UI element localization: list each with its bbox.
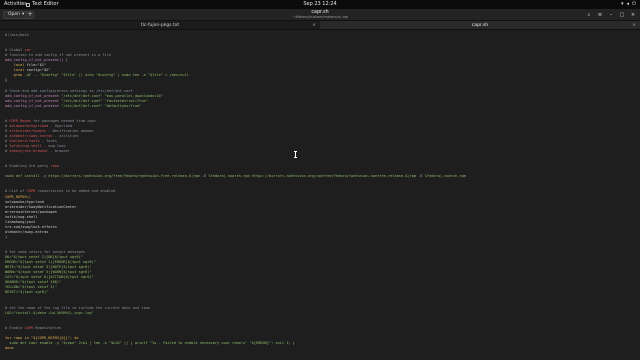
menu-icon[interactable]: ≡ — [596, 11, 604, 19]
code-token: for packages needed from copr — [30, 118, 96, 123]
code-token: che/nerd-fonts — [9, 138, 40, 143]
code-token: - utilities — [52, 133, 79, 138]
code-token: OK="$(tput setaf 2)[OK]$(tput sgr0)" — [5, 255, 83, 260]
close-icon[interactable]: × — [629, 11, 637, 19]
code-token: COPR_REPOS=( — [5, 194, 31, 199]
code-token: - fonts — [39, 138, 57, 143]
code-token: done — [5, 345, 14, 350]
code-token: YELLOW="$(tput setaf 3)" — [5, 285, 57, 290]
code-token: -qF -- "$config" "$file" || echo "$confi… — [24, 73, 189, 78]
tab-pkgs-file[interactable]: tlc-fujon-pkgs.txt × — [0, 21, 320, 29]
code-token: # Set the name of the log file to includ… — [5, 305, 150, 310]
code-token: solopasha/hyprland — [9, 123, 49, 128]
search-icon[interactable]: ⌕ — [585, 11, 593, 19]
code-token: NOTE="$(tput setaf 3)[NOTE]$(tput sgr0)" — [5, 265, 92, 270]
code-token: config="$2" — [26, 68, 51, 73]
code-token: "/etc/dnf/dnf.conf" "defaultyes=True" — [61, 103, 142, 108]
code-token: Repositories — [33, 325, 62, 330]
code-token: COPR Repos — [9, 118, 31, 123]
header-bar: Open ▾ + capr.sh ~/Makers/custom/makers/… — [0, 9, 640, 21]
code-token: for repo in "${COPR_REPOS[@]}"; do — [5, 335, 79, 340]
code-token: ) — [5, 234, 8, 239]
code-line[interactable] — [5, 356, 635, 360]
volume-icon: ◂ — [626, 1, 630, 7]
clock[interactable]: Sep 23 12:24 — [0, 0, 640, 9]
mouse-cursor-icon — [294, 151, 298, 158]
code-token: # List of — [5, 189, 27, 194]
code-token: COPR — [26, 189, 36, 194]
code-token: # Check and add configuration settings t… — [5, 88, 133, 93]
code-token: tofik/nwg-shell — [9, 144, 42, 149]
code-token: grep — [5, 73, 25, 78]
close-icon[interactable]: × — [632, 21, 636, 30]
code-token: - Notification daemon — [46, 128, 94, 133]
tab-copr-file[interactable]: capr.sh × — [320, 21, 640, 29]
code-token: repositories to be added and enabled — [35, 189, 116, 194]
code-token: local — [5, 68, 27, 73]
window-subtitle: ~/Makers/custom/makers/sc-mp — [291, 15, 349, 19]
code-token: WARN="$(tput setaf 5)[WARN]$(tput sgr0)" — [5, 270, 92, 275]
code-token: trs-sod/swaylock-effects — [5, 224, 57, 229]
code-token: erikreider/SwayNotificationCenter — [5, 204, 77, 209]
code-token: COPR — [24, 325, 34, 330]
code-token: local — [5, 63, 27, 68]
code-token: erikreider/swaync — [9, 128, 47, 133]
code-token: - Hyprland — [48, 123, 73, 128]
code-token: "/etc/dnf/dnf.conf" "fastestmirror=True" — [61, 98, 148, 103]
code-token: - nwg-look — [41, 144, 66, 149]
code-text[interactable]: #!/bin/bash # Global var # function to add… — [5, 33, 635, 360]
code-token: # Enabling 3rd party — [5, 164, 51, 169]
code-token: solopasha/hyprland — [5, 199, 44, 204]
network-icon: ▾ — [621, 1, 624, 7]
code-token: ORANGE="$(tput setaf 166)" — [5, 280, 62, 285]
code-token: errornointernet/packages — [5, 209, 57, 214]
tab-label: tlc-fujon-pkgs.txt — [140, 23, 180, 28]
system-top-bar: Activities Text Editor Sep 23 12:24 ▾ ◂ … — [0, 0, 640, 9]
code-token: # function to add config if not present … — [5, 53, 112, 58]
code-token: add_config_if_not_present — [5, 98, 62, 103]
code-token: repo — [50, 164, 60, 169]
code-token: #!/bin/bash — [5, 33, 29, 37]
code-token: sneexy/zen-browser — [9, 149, 49, 154]
code-token: - browser — [48, 149, 70, 154]
minimize-icon[interactable]: – — [607, 11, 615, 19]
maximize-icon[interactable]: □ — [618, 11, 626, 19]
code-token: alebastr/sway-extras — [9, 133, 53, 138]
code-token: ERROR="$(tput setaf 1)[ERROR]$(tput sgr0… — [5, 260, 96, 265]
code-token: # Enable — [5, 325, 25, 330]
code-token: # Global — [5, 48, 25, 53]
code-token: add_config_if_not_present — [5, 103, 62, 108]
header-actions: ⌕ ≡ – □ × — [585, 11, 637, 19]
code-token: alebastr/sway-extras — [5, 229, 49, 234]
code-token: add_config_if_not_present — [5, 93, 62, 98]
code-token: add_config_if_not_present() { — [5, 58, 68, 63]
code-token: file="$1" — [26, 63, 47, 68]
code-token: } — [5, 78, 8, 83]
code-token: LOG="install-$(date +%d-%H%M%S)_copr.log… — [5, 310, 94, 315]
power-icon: ⏻ — [632, 1, 636, 7]
code-token: "/etc/dnf/dnf.conf" "max_parallel_downlo… — [61, 93, 163, 98]
code-token: CAT="$(tput setaf 6)[ACTION]$(tput sgr0)… — [5, 275, 94, 280]
code-token: lihaohong/yazi — [5, 219, 36, 224]
code-token: sudo dnf copr enable -y "$repo" 2>&1 | t… — [5, 340, 295, 345]
code-token: tofik/nwg-shell — [5, 214, 38, 219]
code-token: RESET="$(tput sgr0)" — [5, 290, 49, 295]
tab-bar: tlc-fujon-pkgs.txt × capr.sh × — [0, 21, 640, 30]
editor-view[interactable]: #!/bin/bash # Global var # function to add… — [0, 30, 640, 360]
code-token: # Set some colors for output messages — [5, 250, 86, 255]
code-token: sudo dnf install -y https://mirrors.rpmf… — [5, 174, 466, 179]
close-icon[interactable]: × — [312, 21, 316, 30]
code-token: var — [24, 48, 31, 53]
system-tray[interactable]: ▾ ◂ ⏻ — [621, 0, 636, 9]
tab-label: capr.sh — [471, 23, 489, 28]
